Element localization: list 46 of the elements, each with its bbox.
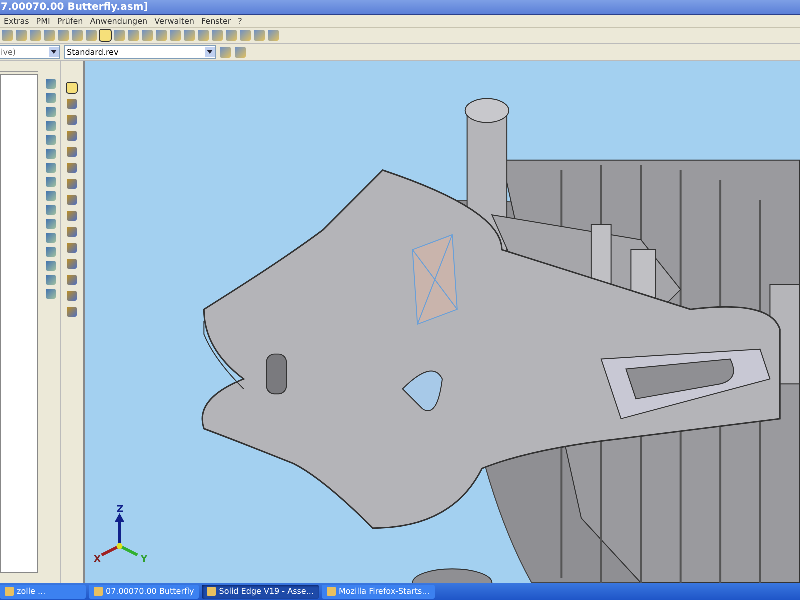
dropdown[interactable]: Standard.rev [64, 45, 216, 59]
taskbar-button[interactable]: 07.00070.00 Butterfly [89, 584, 200, 598]
dropdown[interactable]: ive) [0, 45, 60, 59]
toolbar-icon[interactable] [254, 30, 265, 41]
taskbar-button[interactable]: Mozilla Firefox-Starts... [322, 584, 435, 598]
toolbar-icon[interactable] [212, 30, 223, 41]
toolbar-icon[interactable] [156, 30, 167, 41]
caret-icon [205, 47, 215, 57]
window-icon [326, 587, 336, 596]
toolbar-icon[interactable] [114, 30, 125, 41]
toolbar-icon[interactable] [220, 46, 231, 58]
toolbar-icon[interactable] [128, 30, 139, 41]
toolbar-icon[interactable] [44, 30, 55, 41]
window-icon [94, 587, 103, 596]
menu-item[interactable]: Extras [4, 16, 30, 26]
toolbar-icon[interactable] [16, 30, 27, 41]
toolbar-icon[interactable] [72, 30, 83, 41]
axis-triad-icon [101, 513, 138, 556]
menu-item[interactable]: Verwalten [154, 16, 194, 26]
window-icon [207, 587, 216, 596]
toolbar-icon[interactable] [30, 30, 41, 41]
menu-item[interactable]: Fenster [201, 16, 232, 26]
taskbar-button[interactable]: Solid Edge V19 - Asse... [202, 584, 319, 598]
toolbar-icon[interactable] [142, 30, 153, 41]
taskbar-button[interactable]: zolle ... [0, 584, 86, 598]
toolbar-icon[interactable] [170, 30, 181, 41]
menu-item[interactable]: Prüfen [57, 16, 84, 26]
axis-label: Z [117, 505, 124, 515]
toolbar-icon[interactable] [240, 30, 251, 41]
axis-label: X [94, 555, 101, 565]
toolbar-icon[interactable] [184, 30, 195, 41]
toolbar-icon[interactable] [198, 30, 209, 41]
axis-label: Y [141, 555, 148, 565]
caret-icon [49, 47, 59, 57]
toolbar-icon[interactable] [268, 30, 279, 41]
toolbar-icon[interactable] [226, 30, 237, 41]
toolbar-icon[interactable] [100, 30, 111, 41]
menu-item[interactable]: PMI [36, 16, 50, 26]
window-icon [5, 587, 14, 596]
menu-item[interactable]: ? [238, 16, 242, 26]
menu-item[interactable]: Anwendungen [90, 16, 148, 26]
toolbar-icon[interactable] [58, 30, 69, 41]
window-title: 7.00070.00 Butterfly.asm] [0, 2, 148, 12]
toolbar-icon[interactable] [86, 30, 97, 41]
toolbar-icon[interactable] [2, 30, 13, 41]
toolbar-icon[interactable] [235, 46, 246, 58]
